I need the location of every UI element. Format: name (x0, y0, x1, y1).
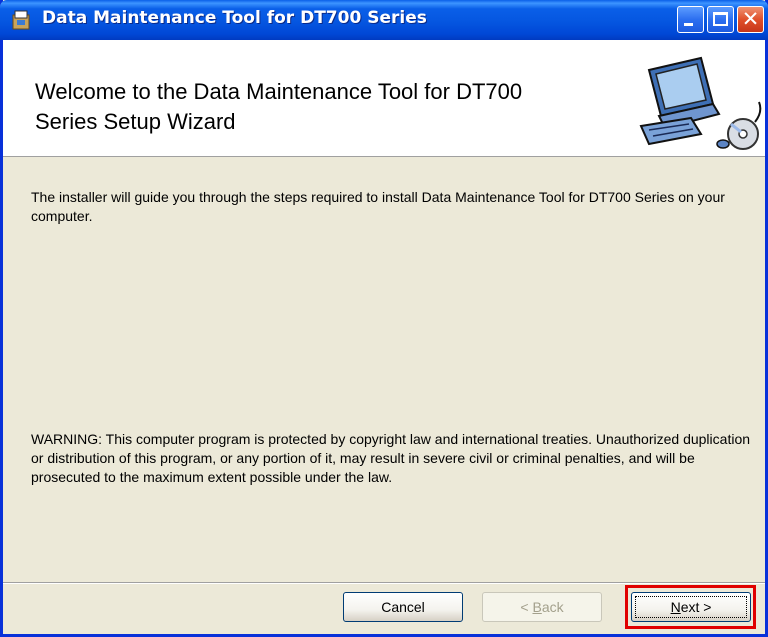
wizard-content: The installer will guide you through the… (3, 158, 765, 588)
back-prefix: < (520, 599, 533, 615)
maximize-icon (713, 12, 728, 26)
installer-window: Data Maintenance Tool for DT700 Series ✕… (0, 0, 768, 637)
back-label: ack (541, 599, 564, 615)
back-accelerator: B (532, 599, 542, 615)
minimize-button[interactable] (677, 6, 704, 33)
next-button[interactable]: Next > (631, 592, 751, 622)
wizard-banner: Welcome to the Data Maintenance Tool for… (3, 40, 765, 157)
title-bar[interactable]: Data Maintenance Tool for DT700 Series ✕ (0, 0, 768, 40)
installer-icon (12, 10, 30, 30)
banner-title-line2: Series Setup Wizard (35, 109, 236, 134)
maximize-button[interactable] (707, 6, 734, 33)
copyright-warning: WARNING: This computer program is protec… (31, 431, 751, 485)
computer-cd-icon (639, 56, 762, 150)
intro-text: The installer will guide you through the… (31, 189, 725, 224)
cancel-label: Cancel (381, 599, 425, 615)
back-button[interactable]: < Back (482, 592, 602, 622)
focus-ring (635, 596, 747, 618)
minimize-icon (684, 23, 693, 26)
banner-title-line1: Welcome to the Data Maintenance Tool for… (35, 79, 523, 104)
close-button[interactable]: ✕ (737, 6, 764, 33)
banner-title: Welcome to the Data Maintenance Tool for… (35, 77, 635, 137)
cancel-button[interactable]: Cancel (343, 592, 463, 622)
close-icon: ✕ (741, 7, 760, 31)
window-title: Data Maintenance Tool for DT700 Series (42, 8, 427, 28)
button-separator (3, 582, 765, 584)
